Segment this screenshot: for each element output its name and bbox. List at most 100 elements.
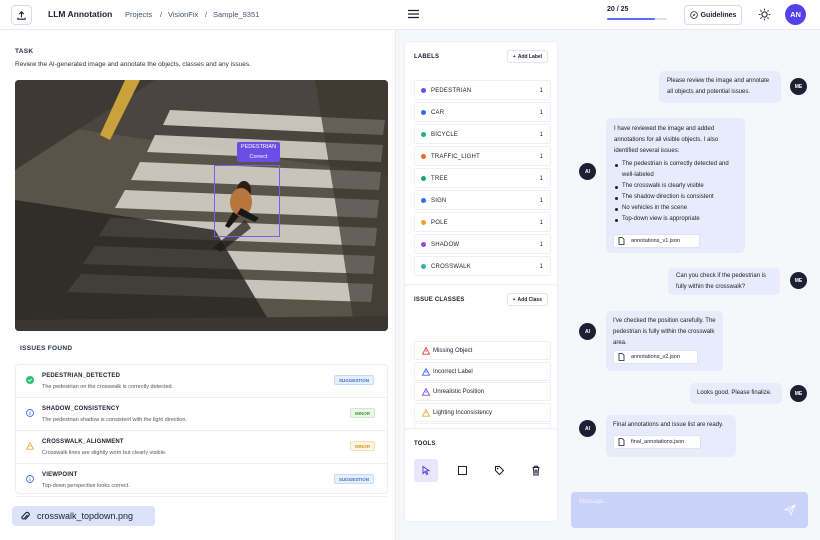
guidelines-button[interactable]: Guidelines bbox=[684, 5, 742, 25]
attachment[interactable]: final_annotations.json bbox=[613, 435, 701, 449]
label-item[interactable]: TREE 1 bbox=[414, 168, 551, 188]
guidelines-label: Guidelines bbox=[700, 11, 737, 19]
theme-toggle-icon[interactable] bbox=[758, 8, 771, 21]
file-icon bbox=[618, 237, 625, 245]
ai-avatar: AI bbox=[579, 420, 596, 437]
annotation-image[interactable] bbox=[15, 80, 388, 331]
progress-fill bbox=[607, 18, 655, 20]
label-color-dot bbox=[421, 88, 426, 93]
issue-class-name: Lighting Inconsistency bbox=[433, 409, 493, 416]
label-count: 1 bbox=[539, 153, 543, 160]
delete-tool-button[interactable] bbox=[524, 459, 548, 482]
label-name: TREE bbox=[431, 175, 448, 182]
issue-item[interactable]: PEDESTRIAN_DETECTED The pedestrian on the… bbox=[16, 365, 387, 398]
label-item[interactable]: POLE 1 bbox=[414, 212, 551, 232]
ai-message-intro: I have reviewed the image and added anno… bbox=[614, 126, 719, 154]
bounding-box[interactable] bbox=[214, 165, 280, 237]
attachment-name: final_annotations.json bbox=[631, 439, 685, 445]
ai-list-item: Top-down view is appropriate bbox=[614, 214, 737, 225]
file-chip-name: crosswalk_topdown.png bbox=[37, 511, 134, 521]
issues-heading: ISSUES FOUND bbox=[20, 345, 73, 352]
label-name: CAR bbox=[431, 109, 445, 116]
label-color-dot bbox=[421, 242, 426, 247]
issue-class-name: Incorrect Label bbox=[433, 368, 473, 375]
issue-item[interactable]: SHADOW_CONSISTENCY The pedestrian shadow … bbox=[16, 398, 387, 431]
breadcrumb-separator: / bbox=[205, 10, 208, 19]
upload-button[interactable] bbox=[11, 5, 32, 25]
trash-icon bbox=[532, 465, 540, 476]
label-count: 1 bbox=[539, 263, 543, 270]
bbox-status: Correct bbox=[249, 154, 268, 160]
add-class-button[interactable]: + Add Class bbox=[506, 293, 548, 306]
send-icon[interactable] bbox=[784, 504, 796, 516]
issue-class-item[interactable]: Missing Object bbox=[414, 341, 551, 360]
label-name: PEDESTRIAN bbox=[431, 87, 472, 94]
ai-list-item: The pedestrian is correctly detected and… bbox=[614, 159, 737, 181]
user-message: Can you check if the pedestrian is fully… bbox=[668, 268, 780, 295]
label-name: POLE bbox=[431, 219, 448, 226]
issue-item[interactable]: CROSSWALK_ALIGNMENT Crosswalk lines are s… bbox=[16, 431, 387, 464]
issue-description: Crosswalk lines are slightly worn but cl… bbox=[42, 450, 167, 456]
warning-triangle-icon bbox=[422, 367, 430, 376]
tag-icon bbox=[494, 466, 504, 476]
add-label-text: Add Label bbox=[517, 53, 542, 60]
user-avatar: ME bbox=[790, 272, 807, 289]
issue-description: The pedestrian on the crosswalk is corre… bbox=[42, 384, 174, 390]
bbox-tag[interactable]: PEDESTRIAN Correct bbox=[237, 142, 280, 162]
label-item[interactable]: TRAFFIC_LIGHT 1 bbox=[414, 146, 551, 166]
app-title: LLM Annotation bbox=[48, 9, 113, 19]
box-icon bbox=[457, 466, 467, 475]
file-chip[interactable]: crosswalk_topdown.png bbox=[12, 506, 155, 526]
box-tool-button[interactable] bbox=[450, 459, 474, 482]
paperclip-icon bbox=[21, 511, 30, 520]
label-name: BICYCLE bbox=[431, 131, 459, 138]
label-item[interactable]: CROSSWALK 1 bbox=[414, 256, 551, 276]
attachment[interactable]: annotations_v2.json bbox=[613, 350, 698, 364]
issue-item[interactable]: VIEWPOINT Top-down perspective looks corr… bbox=[16, 464, 387, 497]
issue-class-name: Missing Object bbox=[433, 348, 473, 354]
user-avatar: ME bbox=[790, 78, 807, 95]
breadcrumb-projects[interactable]: Projects bbox=[125, 10, 152, 19]
issue-title: SHADOW_CONSISTENCY bbox=[42, 406, 120, 412]
ai-list-item: The shadow direction is consistent bbox=[614, 192, 737, 203]
issue-class-item[interactable]: Incorrect Label bbox=[414, 361, 551, 381]
attachment-name: annotations_v1.json bbox=[631, 238, 680, 244]
ai-message-list: The pedestrian is correctly detected and… bbox=[614, 159, 737, 225]
breadcrumb-separator: / bbox=[160, 10, 163, 19]
issue-class-item[interactable]: Lighting Inconsistency bbox=[414, 402, 551, 422]
check-circle-icon bbox=[26, 376, 34, 384]
ai-message: I have reviewed the image and added anno… bbox=[606, 118, 745, 253]
task-heading: TASK bbox=[15, 48, 34, 55]
issue-title: VIEWPOINT bbox=[42, 472, 78, 478]
ai-avatar: AI bbox=[579, 163, 596, 180]
label-name: SIGN bbox=[431, 197, 447, 204]
label-count: 1 bbox=[539, 197, 543, 204]
label-item[interactable]: CAR 1 bbox=[414, 102, 551, 122]
tag-tool-button[interactable] bbox=[487, 459, 511, 482]
warning-triangle-icon bbox=[26, 442, 34, 450]
breadcrumb-sample[interactable]: Sample_9351 bbox=[213, 10, 259, 19]
label-item[interactable]: SIGN 1 bbox=[414, 190, 551, 210]
add-label-button[interactable]: + Add Label bbox=[506, 50, 548, 63]
issue-title: PEDESTRIAN_DETECTED bbox=[42, 373, 121, 379]
task-description: Review the AI-generated image and annota… bbox=[15, 61, 251, 68]
label-item[interactable]: BICYCLE 1 bbox=[414, 124, 551, 144]
label-color-dot bbox=[421, 132, 426, 137]
menu-icon[interactable] bbox=[408, 9, 419, 19]
ai-list-item: No vehicles in the scene bbox=[614, 203, 737, 214]
issue-class-item[interactable]: Unrealistic Position bbox=[414, 382, 551, 401]
select-tool-button[interactable] bbox=[414, 459, 438, 482]
breadcrumb-project[interactable]: VisionFix bbox=[168, 10, 198, 19]
attachment[interactable]: annotations_v1.json bbox=[613, 234, 700, 248]
label-color-dot bbox=[421, 176, 426, 181]
label-item[interactable]: PEDESTRIAN 1 bbox=[414, 80, 551, 100]
attachment-name: annotations_v2.json bbox=[631, 354, 680, 360]
add-class-text: Add Class bbox=[517, 296, 542, 303]
issue-classes-heading: ISSUE CLASSES bbox=[414, 297, 465, 303]
file-icon bbox=[618, 438, 625, 446]
label-item[interactable]: SHADOW 1 bbox=[414, 234, 551, 254]
label-name: CROSSWALK bbox=[431, 263, 471, 270]
message-input[interactable]: Message... bbox=[571, 492, 808, 528]
issue-class-name: Unrealistic Position bbox=[433, 389, 485, 395]
avatar[interactable]: AN bbox=[785, 4, 806, 25]
